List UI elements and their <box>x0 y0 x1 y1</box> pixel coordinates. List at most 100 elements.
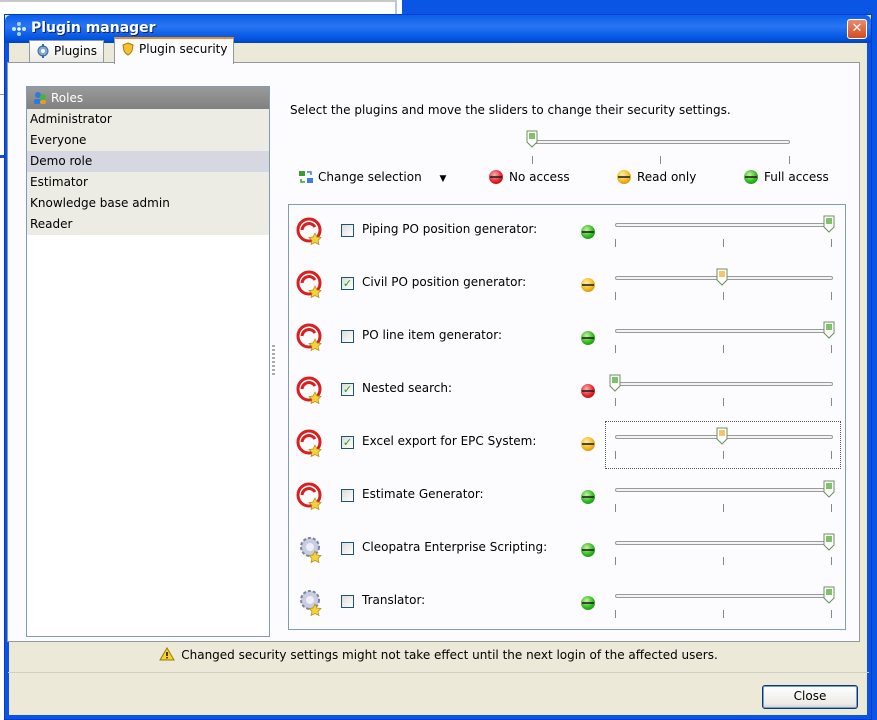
background-divider <box>395 0 397 14</box>
access-status-dot-icon <box>581 384 595 398</box>
master-slider-tick <box>789 156 790 164</box>
access-status-dot-icon <box>581 278 595 292</box>
role-item-reader[interactable]: Reader <box>27 214 269 235</box>
read-only-dot-icon <box>617 170 631 184</box>
role-item-everyone[interactable]: Everyone <box>27 130 269 151</box>
shield-icon <box>122 42 134 56</box>
access-status-dot-icon <box>581 437 595 451</box>
slider-tick <box>723 398 724 406</box>
window-frame-bottom <box>5 715 871 719</box>
plugin-slider-thumb[interactable] <box>823 480 835 498</box>
master-slider-tick <box>532 156 533 164</box>
plugin-slider-thumb[interactable] <box>823 586 835 604</box>
roles-list: Roles Administrator Everyone Demo role E… <box>26 86 270 637</box>
plugin-swirl-icon <box>296 482 322 510</box>
window-frame-right <box>867 43 871 719</box>
plugin-slider-thumb[interactable] <box>716 268 728 286</box>
plugin-access-slider[interactable] <box>615 541 833 545</box>
background-edge <box>0 0 395 2</box>
plugin-slider-thumb[interactable] <box>823 321 835 339</box>
plugin-name: Civil PO position generator: <box>362 275 527 289</box>
slider-tick <box>831 345 832 353</box>
plugin-name: Cleopatra Enterprise Scripting: <box>362 540 548 554</box>
plugin-slider-thumb[interactable] <box>823 215 835 233</box>
plugin-gear-star-icon <box>300 590 322 616</box>
plugin-checkbox[interactable] <box>341 330 354 343</box>
close-button[interactable]: Close <box>762 685 858 709</box>
plugin-slider-thumb[interactable] <box>823 533 835 551</box>
plugin-row[interactable]: ✓ Civil PO position generator: <box>289 260 845 310</box>
window-title: Plugin manager <box>31 20 156 36</box>
plugin-access-slider[interactable] <box>615 223 833 227</box>
slider-tick <box>615 292 616 300</box>
plugin-access-slider[interactable] <box>615 488 833 492</box>
plugin-access-slider[interactable] <box>615 382 833 386</box>
slider-tick <box>723 292 724 300</box>
plugin-checkbox[interactable] <box>341 542 354 555</box>
plugin-row[interactable]: ✓ Excel export for EPC System: <box>289 419 845 469</box>
plugin-row[interactable]: Cleopatra Enterprise Scripting: <box>289 525 845 575</box>
plugin-checkbox[interactable] <box>341 224 354 237</box>
plugins-gear-icon <box>37 44 49 58</box>
plugin-row[interactable]: Piping PO position generator: <box>289 207 845 257</box>
warning-icon <box>159 647 176 661</box>
slider-tick <box>615 504 616 512</box>
splitter-handle[interactable] <box>272 345 275 375</box>
plugin-slider-thumb[interactable] <box>609 374 621 392</box>
plugin-name: PO line item generator: <box>362 328 502 342</box>
slider-tick <box>831 504 832 512</box>
legend-full-access-label: Full access <box>764 170 829 184</box>
slider-tick <box>615 345 616 353</box>
role-item-knowledge-base-admin[interactable]: Knowledge base admin <box>27 193 269 214</box>
slider-tick <box>615 557 616 565</box>
legend-no-access-label: No access <box>509 170 570 184</box>
plugin-checkbox[interactable]: ✓ <box>341 277 354 290</box>
plugin-checkbox[interactable]: ✓ <box>341 436 354 449</box>
tab-plugins-label: Plugins <box>54 44 97 58</box>
warning-text: Changed security settings might not take… <box>181 648 718 662</box>
access-status-dot-icon <box>581 331 595 345</box>
roles-header-label: Roles <box>51 91 84 105</box>
plugin-name: Translator: <box>362 593 426 607</box>
tab-plugin-security[interactable]: Plugin security <box>114 37 235 64</box>
plugin-swirl-icon <box>296 270 322 298</box>
legend-read-only-label: Read only <box>637 170 697 184</box>
plugin-checkbox[interactable] <box>341 595 354 608</box>
plugin-row[interactable]: ✓ Nested search: <box>289 366 845 416</box>
plugin-access-slider[interactable] <box>615 594 833 598</box>
dropdown-arrow-icon: ▼ <box>439 174 447 184</box>
slider-tick <box>723 557 724 565</box>
change-selection-button[interactable]: Change selection ▼ <box>298 164 446 190</box>
change-selection-icon <box>299 171 313 183</box>
role-item-administrator[interactable]: Administrator <box>27 109 269 130</box>
legend-read-only: Read only <box>617 164 696 190</box>
roles-header: Roles <box>27 87 269 109</box>
role-item-demo-role[interactable]: Demo role <box>27 151 269 172</box>
footer-separator <box>8 672 869 673</box>
plugin-swirl-icon <box>296 429 322 457</box>
slider-focus-outline <box>605 421 841 469</box>
plugin-name: Excel export for EPC System: <box>362 434 537 448</box>
slider-tick <box>723 504 724 512</box>
plugin-swirl-icon <box>296 217 322 245</box>
plugin-row[interactable]: Translator: <box>289 578 845 628</box>
slider-tick <box>831 398 832 406</box>
plugin-row[interactable]: Estimate Generator: <box>289 472 845 522</box>
slider-tick <box>615 610 616 618</box>
slider-tick <box>723 239 724 247</box>
master-slider-thumb[interactable] <box>526 130 538 148</box>
plugin-row[interactable]: PO line item generator: <box>289 313 845 363</box>
warning-note: Changed security settings might not take… <box>0 647 877 662</box>
slider-tick <box>723 610 724 618</box>
slider-tick <box>615 239 616 247</box>
role-item-estimator[interactable]: Estimator <box>27 172 269 193</box>
slider-tick <box>831 557 832 565</box>
legend-full-access: Full access <box>744 164 829 190</box>
tab-plugins[interactable]: Plugins <box>29 40 104 62</box>
plugin-checkbox[interactable] <box>341 489 354 502</box>
slider-tick <box>615 398 616 406</box>
tab-plugin-security-label: Plugin security <box>139 42 228 56</box>
plugin-access-slider[interactable] <box>615 329 833 333</box>
window-close-button[interactable]: ✕ <box>847 19 867 39</box>
plugin-checkbox[interactable]: ✓ <box>341 383 354 396</box>
